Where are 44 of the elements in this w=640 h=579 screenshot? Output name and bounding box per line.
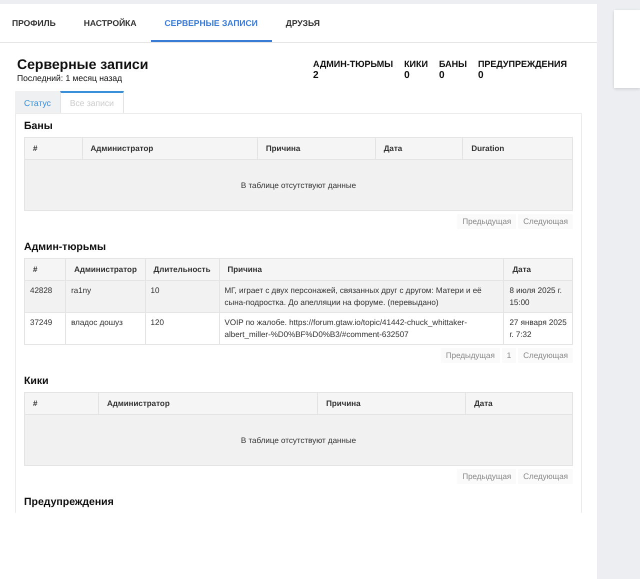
column-header[interactable]: Причина <box>219 258 504 280</box>
table-cell: ra1ny <box>66 280 146 313</box>
section-heading: Баны <box>24 119 54 134</box>
stat-value: 0 <box>478 70 484 81</box>
column-header[interactable]: # <box>24 258 66 280</box>
table-cell: 42828 <box>24 280 66 313</box>
column-header[interactable]: # <box>24 392 98 415</box>
nav-tab[interactable]: СЕРВЕРНЫЕ ЗАПИСИ <box>150 4 272 42</box>
column-header[interactable]: Администратор <box>82 138 258 160</box>
nav-tab[interactable]: НАСТРОЙКА <box>70 4 151 42</box>
table-cell: МГ, играет с двух персонажей, связанных друг с другом: Матери и её сына-подростка. До апелляции на форуме. (перевыдано) <box>219 280 504 313</box>
stat-value: 0 <box>404 70 411 81</box>
column-header[interactable]: Администратор <box>98 392 318 415</box>
section-heading: Админ-тюрьмы <box>24 240 108 255</box>
table-cell: VOIP по жалобе. https://forum.gtaw.io/topic/41442-chuck_whittaker-albert_miller-%D0%BF%D0%B3/#comment-632507 <box>219 312 504 345</box>
table-cell: 37249 <box>24 312 66 345</box>
table-cell: 8 июля 2025 г. 15:00 <box>504 280 572 313</box>
section-heading: Кики <box>24 374 50 390</box>
last-updated-text: Последний: 1 месяц назад <box>17 73 124 83</box>
column-header[interactable]: Администратор <box>66 258 146 280</box>
nav-tab[interactable]: ДРУЗЬЯ <box>272 4 334 42</box>
table-cell: 10 <box>145 280 220 313</box>
stat-value: 0 <box>439 70 446 81</box>
stat-label: АДМИН-ТЮРЬМЫ <box>313 59 394 69</box>
column-header[interactable]: Дата <box>375 138 463 160</box>
stat-label: БАНЫ <box>439 59 467 69</box>
empty-table-message: В таблице отсутствуют данные <box>24 414 572 466</box>
table-cell: владос дошуз <box>66 312 146 345</box>
column-header[interactable]: Причина <box>257 138 376 160</box>
column-header[interactable]: # <box>24 138 82 160</box>
empty-table-message: В таблице отсутствуют данные <box>24 160 572 210</box>
stat-label: КИКИ <box>404 59 428 69</box>
page-title: Серверные записи <box>17 56 148 72</box>
column-header[interactable]: Причина <box>318 392 466 415</box>
column-header[interactable]: Длительность <box>145 258 220 280</box>
column-header[interactable]: Дата <box>504 258 572 280</box>
table-cell: 27 января 2025 г. 7:32 <box>504 312 572 345</box>
stat-label: ПРЕДУПРЕЖДЕНИЯ <box>478 59 567 69</box>
column-header[interactable]: Дата <box>466 392 572 415</box>
column-header[interactable]: Duration <box>462 138 572 160</box>
table-cell: 120 <box>145 312 220 345</box>
nav-tab[interactable]: ПРОФИЛЬ <box>0 4 70 42</box>
stat-value: 2 <box>313 70 320 81</box>
section-heading: Предупреждения <box>24 495 115 510</box>
